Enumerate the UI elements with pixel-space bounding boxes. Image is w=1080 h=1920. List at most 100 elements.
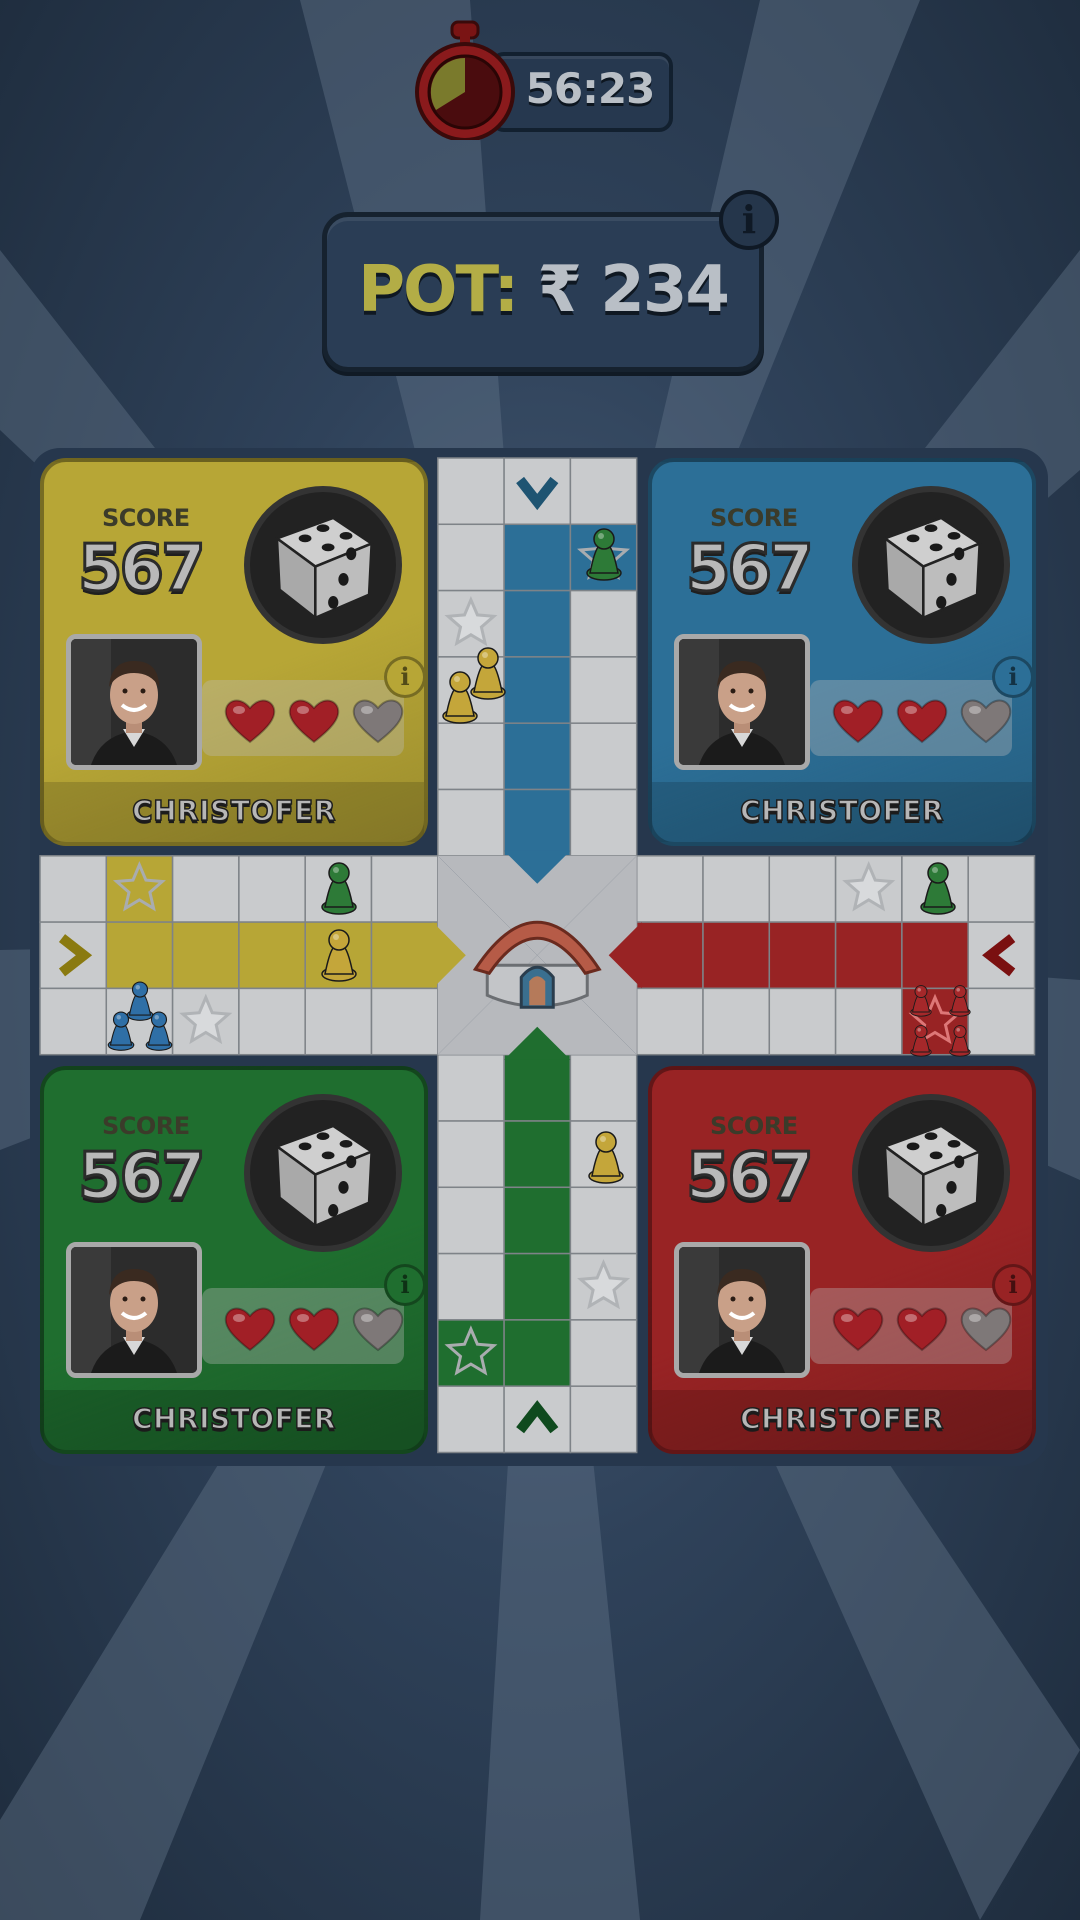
player-avatar-icon	[679, 639, 805, 765]
player-panel-blue: SCORE 567 i CHRISTOFER	[648, 458, 1036, 846]
dice-button[interactable]	[244, 1094, 402, 1252]
board-cell	[238, 921, 306, 990]
board-cell	[304, 987, 373, 1056]
board-cell	[768, 855, 837, 923]
board-cell	[503, 1385, 572, 1454]
player-info-icon[interactable]: i	[992, 1264, 1032, 1306]
board-cell	[702, 855, 771, 923]
board-cell	[437, 523, 505, 592]
heart-empty-icon	[960, 1307, 1012, 1352]
board-cell	[39, 855, 108, 923]
lives-box	[810, 680, 1012, 756]
board-cell	[635, 855, 704, 923]
heart-empty-icon	[352, 699, 404, 744]
board-cell	[437, 788, 505, 857]
player-name: CHRISTOFER	[739, 1401, 944, 1436]
board-cell	[437, 1385, 505, 1454]
score-value: 567	[77, 1139, 208, 1216]
board-cell	[370, 987, 439, 1056]
player-name: CHRISTOFER	[739, 793, 944, 828]
avatar[interactable]	[66, 634, 202, 770]
board-cell	[437, 1252, 505, 1321]
player-panel-yellow: SCORE 567 i CHRISTOFER	[40, 458, 428, 846]
board-cell	[768, 987, 837, 1056]
board-cell	[437, 722, 505, 791]
board-cell	[437, 1053, 505, 1122]
board-cell	[569, 1319, 638, 1387]
board-cell	[569, 589, 638, 658]
board-cell	[503, 1053, 572, 1122]
board-cell	[503, 656, 572, 724]
dice-icon	[882, 516, 983, 621]
heart-full-icon	[832, 699, 884, 744]
lives-box	[810, 1288, 1012, 1364]
board-cell	[503, 1120, 572, 1189]
dice-icon	[882, 1124, 983, 1229]
board-cell	[503, 1319, 572, 1387]
player-avatar-icon	[71, 1247, 197, 1373]
board-cell	[503, 523, 572, 592]
board-cell	[105, 921, 174, 990]
board-cell	[702, 921, 771, 990]
player-info-icon[interactable]: i	[992, 656, 1032, 698]
avatar[interactable]	[674, 1242, 810, 1378]
heart-full-icon	[896, 1307, 948, 1352]
score-label: SCORE	[710, 1112, 798, 1140]
player-name: CHRISTOFER	[131, 793, 336, 828]
board-cell	[569, 656, 638, 724]
board-cell	[503, 1186, 572, 1255]
player-avatar-icon	[71, 639, 197, 765]
board-cell	[503, 457, 572, 526]
player-panel-green: SCORE 567 i CHRISTOFER	[40, 1066, 428, 1454]
board-cell	[901, 921, 969, 990]
board-cell	[503, 1252, 572, 1321]
board-cell	[768, 921, 837, 990]
heart-full-icon	[288, 1307, 340, 1352]
board-cell	[39, 987, 108, 1056]
board-cell	[503, 788, 572, 857]
dice-button[interactable]	[852, 486, 1010, 644]
board-cell	[238, 987, 306, 1056]
dice-button[interactable]	[852, 1094, 1010, 1252]
board-cell	[171, 921, 240, 990]
score-value: 567	[685, 531, 816, 608]
score-label: SCORE	[102, 1112, 190, 1140]
player-avatar-icon	[679, 1247, 805, 1373]
board-cell	[569, 788, 638, 857]
score-value: 567	[77, 531, 208, 608]
player-info-icon[interactable]: i	[384, 656, 424, 698]
score-label: SCORE	[102, 504, 190, 532]
heart-empty-icon	[352, 1307, 404, 1352]
board-cell	[370, 855, 439, 923]
lives-box	[202, 680, 404, 756]
board-cell	[238, 855, 306, 923]
board-cell	[834, 921, 903, 990]
dice-button[interactable]	[244, 486, 402, 644]
heart-full-icon	[288, 699, 340, 744]
board-cell	[437, 457, 505, 526]
heart-empty-icon	[960, 699, 1012, 744]
board-cell	[503, 722, 572, 791]
lives-box	[202, 1288, 404, 1364]
ludo-board	[39, 457, 1036, 1454]
board-cell	[503, 589, 572, 658]
board-cell	[39, 921, 108, 990]
board-cell	[569, 1186, 638, 1255]
avatar[interactable]	[66, 1242, 202, 1378]
score-value: 567	[685, 1139, 816, 1216]
dice-icon	[274, 516, 375, 621]
score-label: SCORE	[710, 504, 798, 532]
player-panel-red: SCORE 567 i CHRISTOFER	[648, 1066, 1036, 1454]
heart-full-icon	[224, 1307, 276, 1352]
dice-icon	[274, 1124, 375, 1229]
board-cell	[569, 1053, 638, 1122]
board-cell	[437, 1120, 505, 1189]
board-cell	[967, 921, 1036, 990]
board-cell	[569, 1385, 638, 1454]
player-info-icon[interactable]: i	[384, 1264, 424, 1306]
board-cell	[569, 722, 638, 791]
board-cell	[171, 855, 240, 923]
board-cell	[967, 987, 1036, 1056]
board-cell	[370, 921, 439, 990]
avatar[interactable]	[674, 634, 810, 770]
